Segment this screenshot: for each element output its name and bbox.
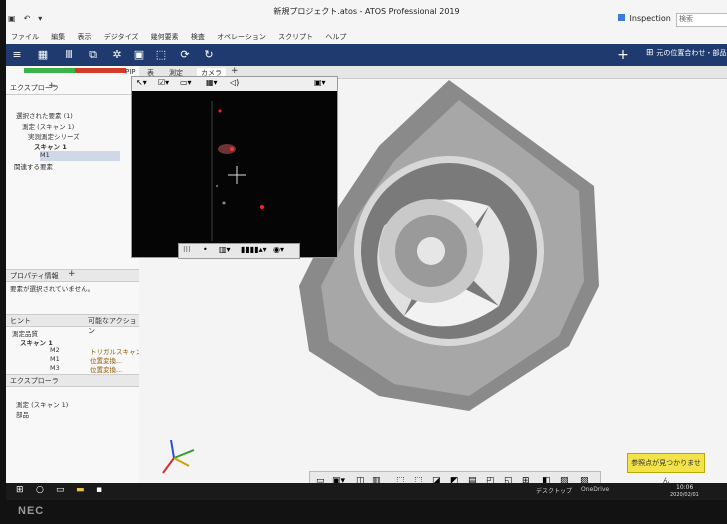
ribbon-toolbar: ≡ ▦ Ⅲ ⧉ ✲ ▣ ⬚ ⟳ ↻ + ⊞ 元の位置合わせ・部品 <box>6 44 727 66</box>
tree-series[interactable]: 実測測定シリーズ <box>28 131 80 141</box>
title-bar: ▣ ↶ ▾ 新規プロジェクト.atos - ATOS Professional … <box>6 0 727 31</box>
menu-inspection[interactable]: 検査 <box>186 30 210 44</box>
explorer2-header: エクスプローラ <box>6 374 139 387</box>
menu-view[interactable]: 表示 <box>72 30 96 44</box>
tree-scan[interactable]: スキャン 1 <box>34 141 67 151</box>
task-view-icon[interactable]: ▭ <box>56 485 65 495</box>
menu-digitize[interactable]: デジタイズ <box>99 30 144 44</box>
tree-m1[interactable]: M1 <box>40 151 120 161</box>
explorer-pane: エクスプローラ + 選択された要素 (1) 測定 (スキャン 1) 実測測定シリ… <box>6 66 142 500</box>
status-bar <box>24 68 126 73</box>
list-m3[interactable]: M3 <box>50 364 60 374</box>
search-icon[interactable]: ○ <box>36 485 44 495</box>
crosshair-icon <box>228 166 246 184</box>
tree-related[interactable]: 関連する要素 <box>14 161 53 171</box>
tree-selected-elements[interactable]: 選択された要素 (1) <box>16 110 73 120</box>
tab-pip[interactable]: PIP <box>125 68 136 76</box>
filter-header: ヒント 可能なアクション <box>6 314 139 335</box>
taskbar-time[interactable]: 10:06 <box>676 484 693 491</box>
fan-scan-model <box>299 80 599 411</box>
exposure-stepper[interactable]: ▮▮▮▮▴▾ <box>241 245 267 254</box>
check-icon[interactable]: ☑▾ <box>158 78 169 87</box>
workspace-label[interactable]: Inspection <box>618 14 671 23</box>
properties-header: プロパティ情報 + <box>6 269 139 282</box>
menu-geometry[interactable]: 幾何要素 <box>146 30 184 44</box>
pointer-icon[interactable]: ↖▾ <box>136 78 147 87</box>
dot-icon[interactable]: • <box>203 245 208 254</box>
menu-file[interactable]: ファイル <box>6 30 44 44</box>
windows-taskbar: ⊞ ○ ▭ ▬ ▪ デスクトップ OneDrive 10:06 2020/02/… <box>6 483 727 500</box>
refresh-icon[interactable]: ⟳ <box>178 48 192 62</box>
layout-icon[interactable]: ▣▾ <box>314 78 326 87</box>
record-icon[interactable]: ◉▾ <box>273 245 284 254</box>
notification-badge[interactable]: 参照点が見つかりません <box>627 453 705 485</box>
camera-window: ↖▾ ☑▾ ▭▾ ▦▾ ◁) ▣▾ ⁝⁝⁝ • ▥▾ ▮▮▮▮▴▾ ◉▾ <box>131 76 338 259</box>
camera-toolbar: ↖▾ ☑▾ ▭▾ ▦▾ ◁) ▣▾ <box>132 77 337 92</box>
add-tab-icon-2[interactable]: + <box>68 269 76 279</box>
action-select[interactable]: 可能なアクション <box>88 316 139 336</box>
box-icon[interactable]: ▣ <box>132 48 146 62</box>
search-input[interactable]: 検索 <box>676 13 727 27</box>
main-viewport[interactable]: PIP 表 測定 カメラ + ↖▾ ☑▾ ▭▾ ▦▾ ◁) ▣▾ ⁝⁝⁝ • ▥… <box>125 66 727 500</box>
plus-icon[interactable]: + <box>616 48 630 62</box>
grid-dots-icon[interactable]: ⁝⁝⁝ <box>183 245 191 254</box>
layers-icon[interactable]: ⧉ <box>86 48 100 62</box>
section-sub[interactable]: 部品 <box>16 409 29 419</box>
screen: ▣ ↶ ▾ 新規プロジェクト.atos - ATOS Professional … <box>6 0 727 500</box>
app-icon[interactable]: ▪ <box>96 485 102 495</box>
section-title[interactable]: 測定 (スキャン 1) <box>16 399 68 409</box>
properties-message: 要素が選択されていません。 <box>10 285 95 293</box>
alignment-label[interactable]: ⊞ 元の位置合わせ・部品 <box>646 48 726 58</box>
tree-measurement[interactable]: 測定 (スキャン 1) <box>22 121 74 131</box>
workspace-icon <box>618 14 625 21</box>
menu-bar: ファイル 編集 表示 デジタイズ 幾何要素 検査 オペレーション スクリプト ヘ… <box>6 30 727 44</box>
menu-edit[interactable]: 編集 <box>46 30 70 44</box>
camera-view[interactable]: ⁝⁝⁝ • ▥▾ ▮▮▮▮▴▾ ◉▾ <box>132 91 337 259</box>
list-scan[interactable]: スキャン 1 <box>20 337 53 347</box>
menu-script[interactable]: スクリプト <box>273 30 318 44</box>
bars-icon[interactable]: Ⅲ <box>62 48 76 62</box>
add-tab-icon[interactable]: + <box>48 81 56 91</box>
status-green <box>24 68 75 73</box>
camera-feed <box>211 101 264 241</box>
windows-start-icon[interactable]: ⊞ <box>16 485 24 495</box>
grid-icon[interactable]: ▦ <box>36 48 50 62</box>
speaker-icon[interactable]: ◁) <box>230 78 239 87</box>
menu-operation[interactable]: オペレーション <box>212 30 271 44</box>
taskbar-date[interactable]: 2020/02/01 <box>670 492 699 498</box>
rotate-icon[interactable]: ↻ <box>202 48 216 62</box>
status-red <box>75 68 126 73</box>
filter-select[interactable]: ヒント <box>10 316 31 326</box>
align-icon: ⊞ <box>646 48 654 58</box>
taskbar-left-label[interactable]: デスクトップ <box>536 486 572 495</box>
settings-icon[interactable]: ✲ <box>110 48 124 62</box>
file-explorer-icon[interactable]: ▬ <box>76 485 85 495</box>
monitor-icon[interactable]: ▭▾ <box>180 78 192 87</box>
menu-icon[interactable]: ≡ <box>10 48 24 62</box>
explorer-tabs: エクスプローラ + <box>6 81 139 95</box>
monitor-brand-logo: NEC <box>18 505 45 517</box>
camera-controls: ⁝⁝⁝ • ▥▾ ▮▮▮▮▴▾ ◉▾ <box>178 243 300 259</box>
taskbar-app-label[interactable]: OneDrive <box>581 486 609 493</box>
select-icon[interactable]: ⬚ <box>154 48 168 62</box>
grid-view-icon[interactable]: ▦▾ <box>206 78 218 87</box>
axis-triad-icon <box>162 439 195 474</box>
camera-select-icon[interactable]: ▥▾ <box>219 245 231 254</box>
menu-help[interactable]: ヘルプ <box>320 30 351 44</box>
action-3[interactable]: 位置変換... <box>90 364 122 374</box>
